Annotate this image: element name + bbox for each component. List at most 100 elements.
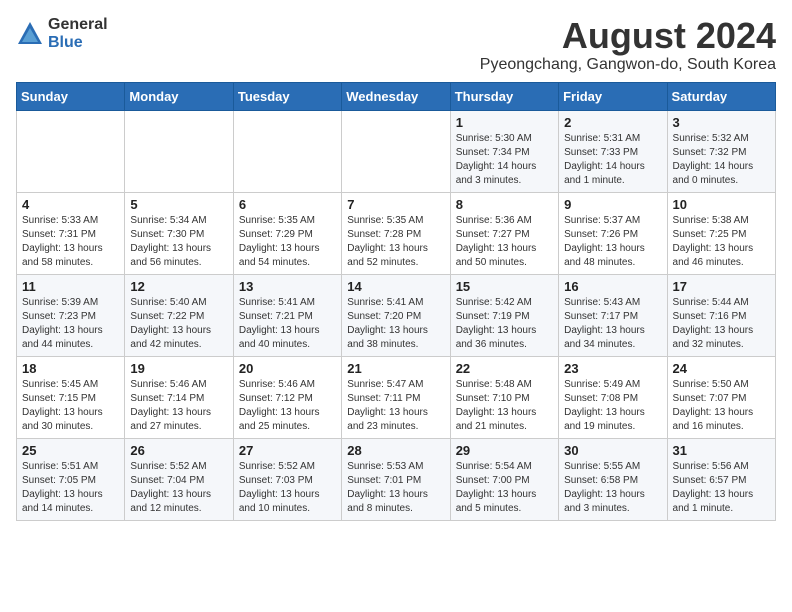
day-number: 31 [673, 443, 770, 458]
calendar-cell [125, 110, 233, 192]
day-number: 21 [347, 361, 444, 376]
calendar-cell: 7 Sunrise: 5:35 AMSunset: 7:28 PMDaylight… [342, 192, 450, 274]
weekday-header-tuesday: Tuesday [233, 82, 341, 110]
day-info: Sunrise: 5:51 AMSunset: 7:05 PMDaylight:… [22, 460, 119, 516]
calendar-cell: 2 Sunrise: 5:31 AMSunset: 7:33 PMDaylight… [559, 110, 667, 192]
day-number: 4 [22, 197, 119, 212]
calendar-cell [233, 110, 341, 192]
day-number: 27 [239, 443, 336, 458]
day-info: Sunrise: 5:37 AMSunset: 7:26 PMDaylight:… [564, 214, 661, 270]
weekday-header-thursday: Thursday [450, 82, 558, 110]
calendar-cell: 9 Sunrise: 5:37 AMSunset: 7:26 PMDaylight… [559, 192, 667, 274]
calendar-cell [17, 110, 125, 192]
day-number: 14 [347, 279, 444, 294]
day-info: Sunrise: 5:41 AMSunset: 7:20 PMDaylight:… [347, 296, 444, 352]
calendar-cell: 20 Sunrise: 5:46 AMSunset: 7:12 PMDayligh… [233, 356, 341, 438]
calendar-cell: 10 Sunrise: 5:38 AMSunset: 7:25 PMDayligh… [667, 192, 775, 274]
calendar-cell: 3 Sunrise: 5:32 AMSunset: 7:32 PMDaylight… [667, 110, 775, 192]
day-number: 29 [456, 443, 553, 458]
day-number: 30 [564, 443, 661, 458]
calendar-cell: 1 Sunrise: 5:30 AMSunset: 7:34 PMDaylight… [450, 110, 558, 192]
main-title: August 2024 [480, 16, 776, 56]
day-info: Sunrise: 5:39 AMSunset: 7:23 PMDaylight:… [22, 296, 119, 352]
calendar-cell [342, 110, 450, 192]
day-number: 15 [456, 279, 553, 294]
calendar-cell: 30 Sunrise: 5:55 AMSunset: 6:58 PMDayligh… [559, 438, 667, 520]
day-info: Sunrise: 5:38 AMSunset: 7:25 PMDaylight:… [673, 214, 770, 270]
day-number: 5 [130, 197, 227, 212]
day-info: Sunrise: 5:35 AMSunset: 7:29 PMDaylight:… [239, 214, 336, 270]
day-number: 6 [239, 197, 336, 212]
day-info: Sunrise: 5:53 AMSunset: 7:01 PMDaylight:… [347, 460, 444, 516]
day-info: Sunrise: 5:36 AMSunset: 7:27 PMDaylight:… [456, 214, 553, 270]
calendar-cell: 17 Sunrise: 5:44 AMSunset: 7:16 PMDayligh… [667, 274, 775, 356]
calendar-cell: 13Sunrise: 5:41 AMSunset: 7:21 PMDayligh… [233, 274, 341, 356]
day-number: 13 [239, 279, 336, 294]
day-number: 22 [456, 361, 553, 376]
day-number: 20 [239, 361, 336, 376]
day-number: 10 [673, 197, 770, 212]
day-info: Sunrise: 5:33 AMSunset: 7:31 PMDaylight:… [22, 214, 119, 270]
day-info: Sunrise: 5:50 AMSunset: 7:07 PMDaylight:… [673, 378, 770, 434]
calendar-cell: 18Sunrise: 5:45 AMSunset: 7:15 PMDayligh… [17, 356, 125, 438]
day-number: 18 [22, 361, 119, 376]
weekday-header-sunday: Sunday [17, 82, 125, 110]
day-number: 1 [456, 115, 553, 130]
day-number: 2 [564, 115, 661, 130]
day-number: 9 [564, 197, 661, 212]
day-info: Sunrise: 5:31 AMSunset: 7:33 PMDaylight:… [564, 132, 661, 188]
day-info: Sunrise: 5:30 AMSunset: 7:34 PMDaylight:… [456, 132, 553, 188]
subtitle: Pyeongchang, Gangwon-do, South Korea [480, 56, 776, 74]
week-row-5: 25 Sunrise: 5:51 AMSunset: 7:05 PMDayligh… [17, 438, 776, 520]
day-info: Sunrise: 5:35 AMSunset: 7:28 PMDaylight:… [347, 214, 444, 270]
calendar-cell: 5 Sunrise: 5:34 AMSunset: 7:30 PMDaylight… [125, 192, 233, 274]
day-number: 3 [673, 115, 770, 130]
calendar-cell: 21 Sunrise: 5:47 AMSunset: 7:11 PMDayligh… [342, 356, 450, 438]
day-info: Sunrise: 5:55 AMSunset: 6:58 PMDaylight:… [564, 460, 661, 516]
day-number: 19 [130, 361, 227, 376]
calendar-cell: 19 Sunrise: 5:46 AMSunset: 7:14 PMDayligh… [125, 356, 233, 438]
calendar-cell: 8Sunrise: 5:36 AMSunset: 7:27 PMDaylight… [450, 192, 558, 274]
header: General Blue August 2024 Pyeongchang, Ga… [16, 16, 776, 74]
calendar-cell: 14 Sunrise: 5:41 AMSunset: 7:20 PMDayligh… [342, 274, 450, 356]
day-info: Sunrise: 5:43 AMSunset: 7:17 PMDaylight:… [564, 296, 661, 352]
week-row-2: 4 Sunrise: 5:33 AMSunset: 7:31 PMDaylight… [17, 192, 776, 274]
day-info: Sunrise: 5:56 AMSunset: 6:57 PMDaylight:… [673, 460, 770, 516]
day-number: 28 [347, 443, 444, 458]
day-info: Sunrise: 5:48 AMSunset: 7:10 PMDaylight:… [456, 378, 553, 434]
day-number: 25 [22, 443, 119, 458]
day-number: 7 [347, 197, 444, 212]
calendar-cell: 6 Sunrise: 5:35 AMSunset: 7:29 PMDaylight… [233, 192, 341, 274]
calendar-cell: 16 Sunrise: 5:43 AMSunset: 7:17 PMDayligh… [559, 274, 667, 356]
day-info: Sunrise: 5:46 AMSunset: 7:14 PMDaylight:… [130, 378, 227, 434]
calendar-cell: 22 Sunrise: 5:48 AMSunset: 7:10 PMDayligh… [450, 356, 558, 438]
logo-text: General Blue [48, 16, 108, 51]
day-info: Sunrise: 5:32 AMSunset: 7:32 PMDaylight:… [673, 132, 770, 188]
day-info: Sunrise: 5:34 AMSunset: 7:30 PMDaylight:… [130, 214, 227, 270]
day-info: Sunrise: 5:52 AMSunset: 7:04 PMDaylight:… [130, 460, 227, 516]
weekday-header-monday: Monday [125, 82, 233, 110]
day-info: Sunrise: 5:49 AMSunset: 7:08 PMDaylight:… [564, 378, 661, 434]
day-number: 26 [130, 443, 227, 458]
weekday-header-wednesday: Wednesday [342, 82, 450, 110]
calendar-cell: 15Sunrise: 5:42 AMSunset: 7:19 PMDayligh… [450, 274, 558, 356]
calendar-cell: 31 Sunrise: 5:56 AMSunset: 6:57 PMDayligh… [667, 438, 775, 520]
day-number: 16 [564, 279, 661, 294]
day-info: Sunrise: 5:44 AMSunset: 7:16 PMDaylight:… [673, 296, 770, 352]
day-number: 24 [673, 361, 770, 376]
day-number: 11 [22, 279, 119, 294]
calendar-cell: 11 Sunrise: 5:39 AMSunset: 7:23 PMDayligh… [17, 274, 125, 356]
weekday-header-saturday: Saturday [667, 82, 775, 110]
week-row-3: 11 Sunrise: 5:39 AMSunset: 7:23 PMDayligh… [17, 274, 776, 356]
day-number: 17 [673, 279, 770, 294]
day-info: Sunrise: 5:46 AMSunset: 7:12 PMDaylight:… [239, 378, 336, 434]
day-info: Sunrise: 5:54 AMSunset: 7:00 PMDaylight:… [456, 460, 553, 516]
logo-general-text: General [48, 16, 108, 34]
calendar-cell: 24 Sunrise: 5:50 AMSunset: 7:07 PMDayligh… [667, 356, 775, 438]
logo: General Blue [16, 16, 108, 51]
calendar-cell: 27 Sunrise: 5:52 AMSunset: 7:03 PMDayligh… [233, 438, 341, 520]
day-info: Sunrise: 5:52 AMSunset: 7:03 PMDaylight:… [239, 460, 336, 516]
calendar-cell: 4 Sunrise: 5:33 AMSunset: 7:31 PMDaylight… [17, 192, 125, 274]
day-info: Sunrise: 5:47 AMSunset: 7:11 PMDaylight:… [347, 378, 444, 434]
calendar-cell: 12Sunrise: 5:40 AMSunset: 7:22 PMDayligh… [125, 274, 233, 356]
